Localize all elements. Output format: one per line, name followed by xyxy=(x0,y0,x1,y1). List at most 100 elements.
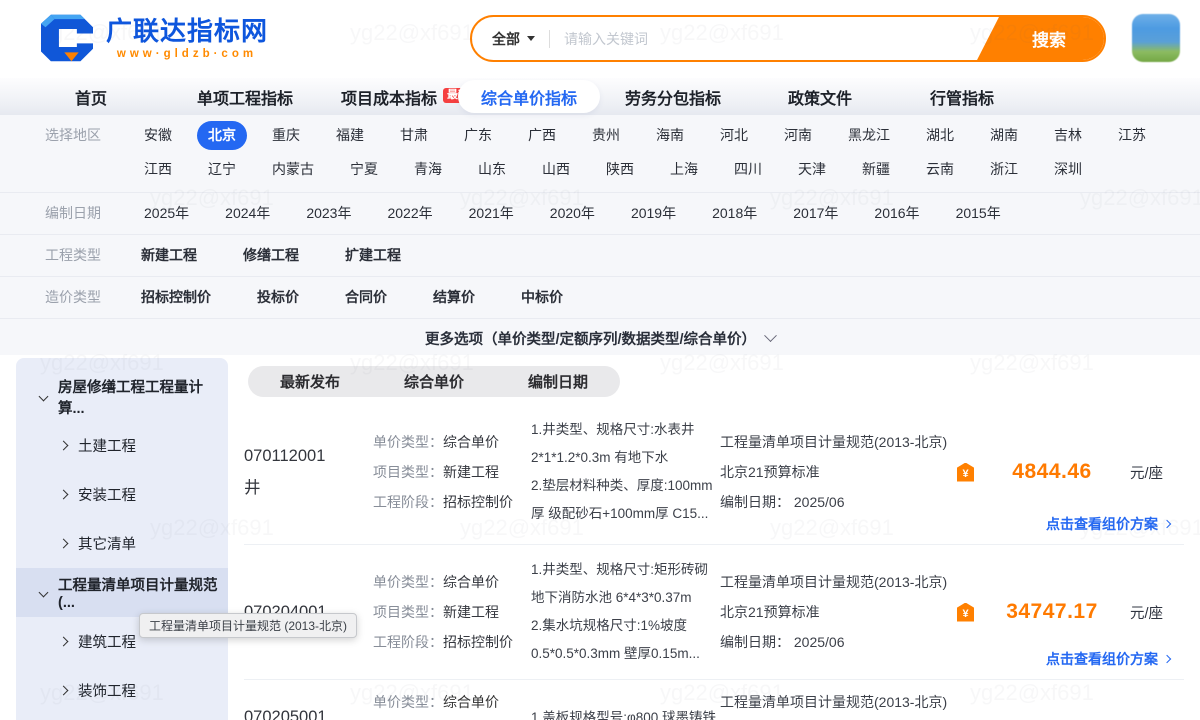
sidebar-item-measurement-spec[interactable]: 工程量清单项目计量规范(... xyxy=(16,568,228,617)
region-chip[interactable]: 陕西 xyxy=(595,155,645,184)
category-sidebar: 房屋修缮工程工程量计算... 土建工程 安装工程 其它清单 工程量清单项目计量规… xyxy=(16,358,228,720)
search-button[interactable]: 搜索 xyxy=(976,15,1106,62)
region-chip[interactable]: 山东 xyxy=(467,155,517,184)
date-chip[interactable]: 2017年 xyxy=(782,199,849,228)
region-chip[interactable]: 海南 xyxy=(645,121,695,150)
date-chip[interactable]: 2023年 xyxy=(295,199,362,228)
project-type-chip[interactable]: 新建工程 xyxy=(133,241,205,270)
region-chip[interactable]: 新疆 xyxy=(851,155,901,184)
sidebar-item-repair-calc-spec[interactable]: 房屋修缮工程工程量计算... xyxy=(16,372,228,421)
view-pricing-plan-link[interactable]: 点击查看组价方案 xyxy=(1046,514,1170,534)
cost-type-chip[interactable]: 招标控制价 xyxy=(133,283,219,312)
item-standard: 工程量清单项目计量规范(2013-北京) 北京21预算标准 编制日期： 2025… xyxy=(720,427,957,517)
item-standard: 工程量清单项目计量规范(2013-北京) xyxy=(720,692,947,712)
result-row: 070205001 单价类型：综合单价 1.盖板规格型号:φ800 球墨铸铁 工… xyxy=(244,680,1184,720)
caret-down-icon xyxy=(527,36,535,41)
region-chip[interactable]: 山西 xyxy=(531,155,581,184)
region-chip[interactable]: 安徽 xyxy=(133,121,183,150)
region-chip[interactable]: 河南 xyxy=(773,121,823,150)
sidebar-item-other-list[interactable]: 其它清单 xyxy=(16,519,228,568)
item-description: 1.井类型、规格尺寸:矩形砖砌 地下消防水池 6*4*3*0.37m 2.集水坑… xyxy=(531,556,720,668)
region-chip[interactable]: 重庆 xyxy=(261,121,311,150)
region-chip[interactable]: 广东 xyxy=(453,121,503,150)
item-description: 1.盖板规格型号:φ800 球墨铸铁 xyxy=(531,706,716,720)
region-chip[interactable]: 青海 xyxy=(403,155,453,184)
tab-latest[interactable]: 最新发布 xyxy=(248,371,372,392)
tab-composite-price[interactable]: 综合单价 xyxy=(372,371,496,392)
project-type-chip[interactable]: 扩建工程 xyxy=(337,241,409,270)
price-tag-icon: ¥ xyxy=(957,463,974,482)
nav-item-home[interactable]: 首页 xyxy=(75,78,107,115)
nav-item-policy-documents[interactable]: 政策文件 xyxy=(788,78,852,115)
region-chip[interactable]: 天津 xyxy=(787,155,837,184)
avatar[interactable] xyxy=(1132,14,1180,62)
result-row: 070112001 井 单价类型：综合单价 项目类型：新建工程 工程阶段：招标控… xyxy=(244,400,1184,545)
region-chip[interactable]: 河北 xyxy=(709,121,759,150)
nav-item-project-cost-index[interactable]: 项目成本指标 最新 xyxy=(341,78,473,115)
date-chip[interactable]: 2016年 xyxy=(863,199,930,228)
sidebar-item-civil-works[interactable]: 土建工程 xyxy=(16,421,228,470)
region-chip[interactable]: 福建 xyxy=(325,121,375,150)
chevron-right-icon xyxy=(59,637,69,647)
region-chip[interactable]: 宁夏 xyxy=(339,155,389,184)
project-type-chip[interactable]: 修缮工程 xyxy=(235,241,307,270)
region-chip[interactable]: 贵州 xyxy=(581,121,631,150)
item-attributes: 单价类型：综合单价 xyxy=(373,692,499,712)
search-category-dropdown[interactable]: 全部 xyxy=(472,29,549,49)
region-chip[interactable]: 湖北 xyxy=(915,121,965,150)
date-chip[interactable]: 2025年 xyxy=(133,199,200,228)
sidebar-item-installation-works[interactable]: 安装工程 xyxy=(16,470,228,519)
filter-panel: 选择地区 安徽北京重庆福建甘肃广东广西贵州海南河北河南黑龙江湖北湖南吉林江苏 江… xyxy=(0,115,1200,355)
item-price-block: ¥ 34747.17 元/座 xyxy=(957,600,1184,624)
region-chip[interactable]: 内蒙古 xyxy=(261,155,325,184)
date-chip[interactable]: 2022年 xyxy=(376,199,443,228)
item-attributes: 单价类型：综合单价 项目类型：新建工程 工程阶段：招标控制价 xyxy=(373,567,531,657)
logo[interactable]: 广联达指标网 www·gldzb·com xyxy=(38,12,268,64)
sidebar-item-decoration-works[interactable]: 装饰工程 xyxy=(16,666,228,715)
item-price: 4844.46 xyxy=(992,460,1112,484)
region-chip[interactable]: 浙江 xyxy=(979,155,1029,184)
region-chip[interactable]: 广西 xyxy=(517,121,567,150)
site-title: 广联达指标网 xyxy=(106,16,268,46)
date-chip[interactable]: 2024年 xyxy=(214,199,281,228)
date-chip[interactable]: 2018年 xyxy=(701,199,768,228)
region-chip[interactable]: 上海 xyxy=(659,155,709,184)
date-chip[interactable]: 2019年 xyxy=(620,199,687,228)
item-code: 070205001 xyxy=(244,708,327,720)
cost-type-chip[interactable]: 中标价 xyxy=(513,283,571,312)
date-chip[interactable]: 2015年 xyxy=(945,199,1012,228)
region-chip[interactable]: 湖南 xyxy=(979,121,1029,150)
view-pricing-plan-link[interactable]: 点击查看组价方案 xyxy=(1046,649,1170,669)
region-chip[interactable]: 江苏 xyxy=(1107,121,1157,150)
date-chip[interactable]: 2021年 xyxy=(458,199,525,228)
item-attributes: 单价类型：综合单价 项目类型：新建工程 工程阶段：招标控制价 xyxy=(373,427,531,517)
header: 广联达指标网 www·gldzb·com 全部 搜索 xyxy=(0,0,1200,78)
more-options-toggle[interactable]: 更多选项（单价类型/定额序列/数据类型/综合单价） xyxy=(0,319,1200,357)
region-chip[interactable]: 四川 xyxy=(723,155,773,184)
region-chip[interactable]: 云南 xyxy=(915,155,965,184)
region-chip[interactable]: 北京 xyxy=(197,121,247,150)
search-input[interactable] xyxy=(550,31,976,47)
nav-item-composite-price-index[interactable]: 综合单价指标 xyxy=(458,80,600,113)
cost-type-chip[interactable]: 合同价 xyxy=(337,283,395,312)
region-chip[interactable]: 辽宁 xyxy=(197,155,247,184)
region-chip[interactable]: 甘肃 xyxy=(389,121,439,150)
nav-item-single-project-index[interactable]: 单项工程指标 xyxy=(197,78,293,115)
cost-type-chip[interactable]: 结算价 xyxy=(425,283,483,312)
gld-logo-icon xyxy=(38,12,96,64)
nav-item-labor-subcontract-index[interactable]: 劳务分包指标 xyxy=(625,78,721,115)
cost-type-chip[interactable]: 投标价 xyxy=(249,283,307,312)
filter-label-date: 编制日期 xyxy=(45,199,133,228)
region-chip[interactable]: 吉林 xyxy=(1043,121,1093,150)
tab-compile-date[interactable]: 编制日期 xyxy=(496,371,620,392)
filter-label-cost-type: 造价类型 xyxy=(45,283,133,312)
region-chip[interactable]: 深圳 xyxy=(1043,155,1093,184)
item-name: 井 xyxy=(244,477,373,499)
nav-item-administration-index[interactable]: 行管指标 xyxy=(930,78,994,115)
region-chip[interactable]: 黑龙江 xyxy=(837,121,901,150)
item-code: 070112001 井 xyxy=(244,445,373,499)
main-nav: 首页 单项工程指标 项目成本指标 最新 综合单价指标 劳务分包指标 政策文件 行… xyxy=(0,78,1200,115)
region-chip[interactable]: 江西 xyxy=(133,155,183,184)
date-chip[interactable]: 2020年 xyxy=(539,199,606,228)
chevron-down-icon xyxy=(764,329,777,342)
